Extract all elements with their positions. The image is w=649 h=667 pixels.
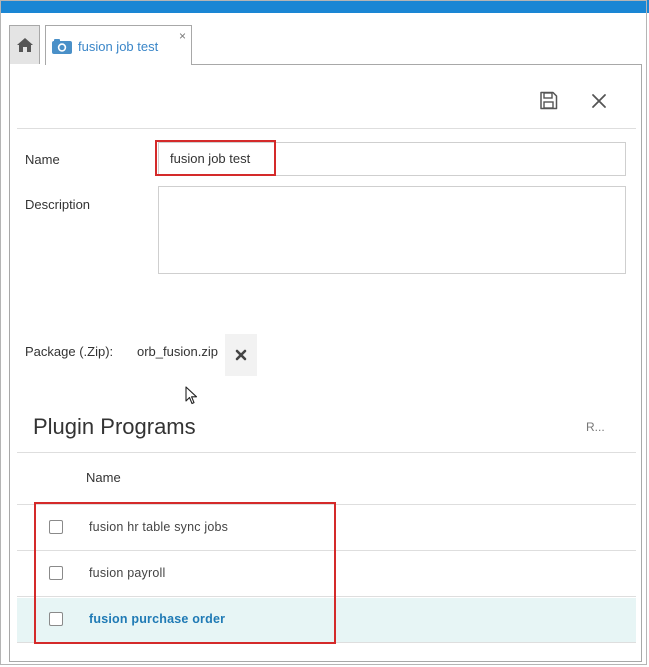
toolbar-divider [17,128,636,129]
table-row[interactable]: fusion purchase order [17,598,636,642]
table-row[interactable]: fusion payroll [17,552,636,596]
row-checkbox[interactable] [49,520,63,534]
plugin-header-bottom-divider [17,504,636,505]
row-divider [17,550,636,551]
row-checkbox[interactable] [49,612,63,626]
tab-title: fusion job test [78,39,159,54]
remove-package-button[interactable] [225,334,257,376]
tab-fusion-job-test[interactable]: fusion job test × [45,25,192,65]
remove-icon [235,349,247,361]
home-icon [16,38,33,52]
row-label: fusion payroll [89,566,166,580]
row-divider [17,596,636,597]
package-label: Package (.Zip): [25,344,114,359]
home-tab[interactable] [9,25,40,64]
close-icon[interactable] [591,93,607,109]
save-icon[interactable] [539,91,558,110]
plugin-programs-title: Plugin Programs [33,414,196,439]
row-checkbox[interactable] [49,566,63,580]
tab-close-icon[interactable]: × [179,30,186,42]
name-label: Name [25,152,60,167]
description-label: Description [25,197,91,212]
mouse-cursor-icon [185,386,198,405]
column-header-name: Name [86,470,121,485]
table-row[interactable]: fusion hr table sync jobs [17,506,636,550]
camera-icon [52,39,72,54]
package-file-name: orb_fusion.zip [137,344,218,359]
description-textarea[interactable] [158,186,626,274]
row-label: fusion hr table sync jobs [89,520,229,534]
plugin-header-top-divider [17,452,636,453]
plugin-programs-action[interactable]: R... [586,420,605,434]
row-divider [17,642,636,643]
name-input[interactable]: fusion job test [158,142,626,176]
row-label: fusion purchase order [89,612,226,626]
